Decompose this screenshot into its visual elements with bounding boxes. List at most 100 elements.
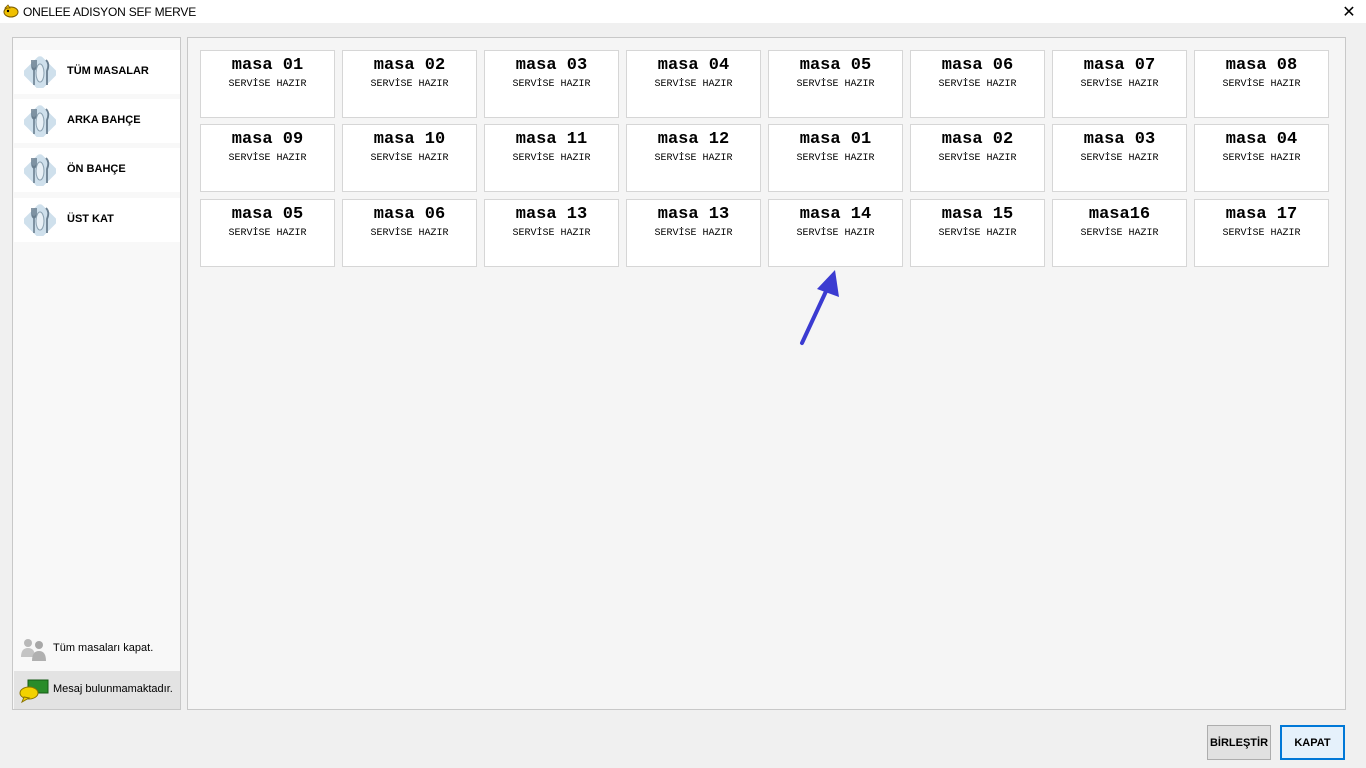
window-close-button[interactable]: ✕ — [1332, 0, 1366, 23]
table-name: masa 02 — [941, 130, 1014, 149]
table-status: SERVİSE HAZIR — [370, 228, 449, 239]
merge-button[interactable]: BİRLEŞTİR — [1207, 725, 1271, 760]
sidebar-item-arka-bahce[interactable]: ARKA BAHÇE — [14, 99, 180, 143]
table-tile[interactable]: masa 09 SERVİSE HAZIR — [200, 124, 335, 192]
table-name: masa 02 — [373, 56, 446, 75]
table-tile[interactable]: masa 11 SERVİSE HAZIR — [484, 124, 619, 192]
table-tile[interactable]: masa 13 SERVİSE HAZIR — [484, 199, 619, 267]
table-tile[interactable]: masa 07 SERVİSE HAZIR — [1052, 50, 1187, 118]
table-status: SERVİSE HAZIR — [1222, 228, 1301, 239]
table-name: masa 09 — [231, 130, 304, 149]
table-name: masa 11 — [515, 130, 588, 149]
chat-bubble-icon — [19, 679, 49, 704]
table-status: SERVİSE HAZIR — [228, 228, 307, 239]
table-status: SERVİSE HAZIR — [1222, 79, 1301, 90]
table-status: SERVİSE HAZIR — [370, 153, 449, 164]
table-tile[interactable]: masa16 SERVİSE HAZIR — [1052, 199, 1187, 267]
table-name: masa 05 — [231, 205, 304, 224]
sidebar: TÜM MASALAR ARKA BAHÇE ÖN BAHÇE ÜST KAT — [12, 37, 181, 710]
annotation-arrow — [800, 270, 839, 345]
table-name: masa 10 — [373, 130, 446, 149]
people-icon — [21, 639, 46, 661]
table-status: SERVİSE HAZIR — [228, 153, 307, 164]
table-status: SERVİSE HAZIR — [796, 228, 875, 239]
table-tile[interactable]: masa 03 SERVİSE HAZIR — [484, 50, 619, 118]
app-logo-icon — [3, 4, 19, 18]
sidebar-item-label: TÜM MASALAR — [67, 65, 149, 77]
table-status: SERVİSE HAZIR — [1080, 79, 1159, 90]
table-tile[interactable]: masa 15 SERVİSE HAZIR — [910, 199, 1045, 267]
cutlery-icon — [24, 154, 56, 186]
table-tile[interactable]: masa 02 SERVİSE HAZIR — [910, 124, 1045, 192]
table-tile[interactable]: masa 14 SERVİSE HAZIR — [768, 199, 903, 267]
sidebar-item-label: ÜST KAT — [67, 213, 114, 225]
table-name: masa 06 — [941, 56, 1014, 75]
table-name: masa 04 — [1225, 130, 1298, 149]
table-tile[interactable]: masa 06 SERVİSE HAZIR — [910, 50, 1045, 118]
tables-panel: masa 01 SERVİSE HAZIR masa 02 SERVİSE HAZIR… — [187, 37, 1346, 710]
table-name: masa 14 — [799, 205, 872, 224]
table-tile[interactable]: masa 04 SERVİSE HAZIR — [626, 50, 761, 118]
table-tile[interactable]: masa 01 SERVİSE HAZIR — [200, 50, 335, 118]
messages-row[interactable]: Mesaj bulunmamaktadır. — [14, 671, 180, 709]
sidebar-item-label: ÖN BAHÇE — [67, 163, 126, 175]
table-tile[interactable]: masa 17 SERVİSE HAZIR — [1194, 199, 1329, 267]
sidebar-item-label: ARKA BAHÇE — [67, 114, 141, 126]
table-status: SERVİSE HAZIR — [938, 228, 1017, 239]
table-status: SERVİSE HAZIR — [228, 79, 307, 90]
table-name: masa 07 — [1083, 56, 1156, 75]
table-name: masa 01 — [799, 130, 872, 149]
table-name: masa 05 — [799, 56, 872, 75]
table-name: masa 12 — [657, 130, 730, 149]
table-tile[interactable]: masa 06 SERVİSE HAZIR — [342, 199, 477, 267]
table-status: SERVİSE HAZIR — [938, 79, 1017, 90]
table-name: masa 03 — [1083, 130, 1156, 149]
close-all-tables-button[interactable]: Tüm masaları kapat. — [14, 630, 180, 668]
table-status: SERVİSE HAZIR — [938, 153, 1017, 164]
sidebar-item-tum-masalar[interactable]: TÜM MASALAR — [14, 50, 180, 94]
table-name: masa 06 — [373, 205, 446, 224]
sidebar-item-ust-kat[interactable]: ÜST KAT — [14, 198, 180, 242]
close-all-tables-label: Tüm masaları kapat. — [53, 642, 154, 654]
table-tile[interactable]: masa 05 SERVİSE HAZIR — [200, 199, 335, 267]
table-status: SERVİSE HAZIR — [1080, 228, 1159, 239]
table-tile[interactable]: masa 05 SERVİSE HAZIR — [768, 50, 903, 118]
table-tile[interactable]: masa 10 SERVİSE HAZIR — [342, 124, 477, 192]
table-status: SERVİSE HAZIR — [654, 228, 733, 239]
table-name: masa 03 — [515, 56, 588, 75]
messages-label: Mesaj bulunmamaktadır. — [53, 683, 173, 695]
table-status: SERVİSE HAZIR — [654, 153, 733, 164]
table-name: masa 17 — [1225, 205, 1298, 224]
title-bar: ONELEE ADISYON SEF MERVE ✕ — [0, 0, 1366, 23]
table-status: SERVİSE HAZIR — [512, 153, 591, 164]
table-name: masa 13 — [515, 205, 588, 224]
table-status: SERVİSE HAZIR — [1080, 153, 1159, 164]
table-name: masa 13 — [657, 205, 730, 224]
cutlery-icon — [24, 204, 56, 236]
table-name: masa16 — [1088, 205, 1151, 224]
table-status: SERVİSE HAZIR — [796, 153, 875, 164]
table-name: masa 15 — [941, 205, 1014, 224]
table-tile[interactable]: masa 12 SERVİSE HAZIR — [626, 124, 761, 192]
table-tile[interactable]: masa 02 SERVİSE HAZIR — [342, 50, 477, 118]
table-tile[interactable]: masa 01 SERVİSE HAZIR — [768, 124, 903, 192]
table-status: SERVİSE HAZIR — [654, 79, 733, 90]
table-status: SERVİSE HAZIR — [512, 228, 591, 239]
table-status: SERVİSE HAZIR — [370, 79, 449, 90]
window-title: ONELEE ADISYON SEF MERVE — [23, 5, 197, 19]
table-name: masa 01 — [231, 56, 304, 75]
table-name: masa 08 — [1225, 56, 1298, 75]
table-status: SERVİSE HAZIR — [796, 79, 875, 90]
table-tile[interactable]: masa 03 SERVİSE HAZIR — [1052, 124, 1187, 192]
sidebar-item-on-bahce[interactable]: ÖN BAHÇE — [14, 148, 180, 192]
cutlery-icon — [24, 56, 56, 88]
close-button[interactable]: KAPAT — [1280, 725, 1345, 760]
table-tile[interactable]: masa 13 SERVİSE HAZIR — [626, 199, 761, 267]
table-status: SERVİSE HAZIR — [512, 79, 591, 90]
table-status: SERVİSE HAZIR — [1222, 153, 1301, 164]
close-icon: ✕ — [1342, 3, 1356, 21]
table-tile[interactable]: masa 08 SERVİSE HAZIR — [1194, 50, 1329, 118]
cutlery-icon — [24, 105, 56, 137]
table-name: masa 04 — [657, 56, 730, 75]
table-tile[interactable]: masa 04 SERVİSE HAZIR — [1194, 124, 1329, 192]
